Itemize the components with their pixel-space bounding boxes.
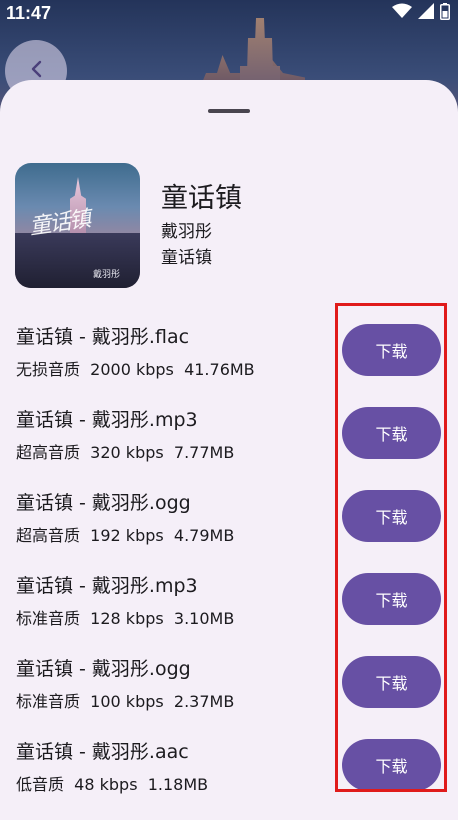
song-album: 童话镇 bbox=[161, 248, 212, 268]
file-name: 童话镇 - 戴羽彤.mp3 bbox=[16, 575, 198, 597]
album-cover: 童话镇 戴羽彤 bbox=[15, 163, 140, 288]
file-info: 标准音质 128 kbps 3.10MB bbox=[16, 609, 235, 628]
song-artist: 戴羽彤 bbox=[161, 222, 212, 242]
system-icons bbox=[392, 2, 450, 24]
cover-signature: 戴羽彤 bbox=[93, 270, 121, 280]
cover-town bbox=[15, 233, 140, 288]
wifi-icon bbox=[392, 3, 412, 23]
file-name: 童话镇 - 戴羽彤.mp3 bbox=[16, 409, 198, 431]
file-name: 童话镇 - 戴羽彤.ogg bbox=[16, 492, 191, 514]
file-info: 超高音质 320 kbps 7.77MB bbox=[16, 443, 235, 462]
file-name: 童话镇 - 戴羽彤.flac bbox=[16, 326, 190, 348]
song-title: 童话镇 bbox=[161, 183, 242, 214]
battery-icon bbox=[440, 2, 450, 24]
file-info: 无损音质 2000 kbps 41.76MB bbox=[16, 360, 255, 379]
song-meta: 童话镇 戴羽彤 童话镇 bbox=[161, 163, 242, 288]
status-bar: 11:47 bbox=[0, 0, 458, 26]
file-info: 超高音质 192 kbps 4.79MB bbox=[16, 526, 235, 545]
album-header: 童话镇 戴羽彤 童话镇 戴羽彤 童话镇 bbox=[15, 163, 242, 288]
status-time: 11:47 bbox=[6, 2, 52, 23]
sheet-drag-handle[interactable] bbox=[208, 109, 250, 113]
screen: 11:47 童话镇 戴羽彤 童话镇 戴羽彤 童话镇 童话镇 - 戴羽彤.flac… bbox=[0, 0, 458, 820]
file-info: 标准音质 100 kbps 2.37MB bbox=[16, 692, 235, 711]
back-arrow-icon bbox=[29, 60, 43, 82]
file-info: 低音质 48 kbps 1.18MB bbox=[16, 775, 209, 794]
file-name: 童话镇 - 戴羽彤.ogg bbox=[16, 658, 191, 680]
cellular-signal-icon bbox=[418, 3, 434, 23]
download-buttons-highlight-box bbox=[335, 303, 447, 792]
file-name: 童话镇 - 戴羽彤.aac bbox=[16, 741, 189, 763]
